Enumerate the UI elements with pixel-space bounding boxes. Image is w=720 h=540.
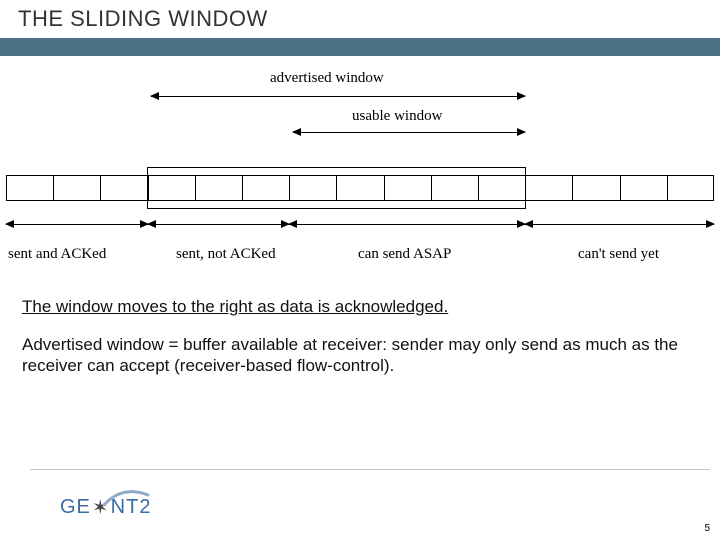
label-sent-acked: sent and ACKed: [8, 246, 106, 263]
label-can-send: can send ASAP: [358, 246, 451, 263]
arrow-usable-window: [293, 132, 525, 133]
arrow-can-send: [289, 224, 525, 225]
geant2-logo: GE ✶ NT 2: [60, 495, 151, 520]
segment-cell: [526, 176, 573, 200]
footer-divider: [30, 469, 710, 470]
segment-cell: [573, 176, 620, 200]
logo-text-ge: GE: [60, 496, 91, 519]
arrow-sent-acked: [6, 224, 148, 225]
sliding-window-rect: [147, 167, 527, 209]
arrow-cant-send: [525, 224, 714, 225]
arrow-advertised-window: [151, 96, 525, 97]
segment-cell: [101, 176, 148, 200]
label-usable-window: usable window: [352, 108, 442, 125]
body-line-1: The window moves to the right as data is…: [22, 296, 692, 317]
label-sent-not-acked: sent, not ACKed: [176, 246, 276, 263]
sliding-window-diagram: advertised window usable window sent and…: [0, 70, 720, 280]
logo-swoosh-icon: [102, 483, 150, 511]
segment-cell: [668, 176, 715, 200]
segment-cell: [54, 176, 101, 200]
body-paragraph: Advertised window = buffer available at …: [22, 334, 692, 377]
label-advertised-window: advertised window: [270, 70, 384, 87]
slide-title: THE SLIDING WINDOW: [18, 6, 268, 32]
segment-cell: [7, 176, 54, 200]
label-cant-send: can't send yet: [578, 246, 659, 263]
page-number: 5: [704, 523, 710, 534]
segment-cell: [621, 176, 668, 200]
arrow-sent-not-acked: [148, 224, 290, 225]
title-underline-bar: [0, 38, 720, 56]
